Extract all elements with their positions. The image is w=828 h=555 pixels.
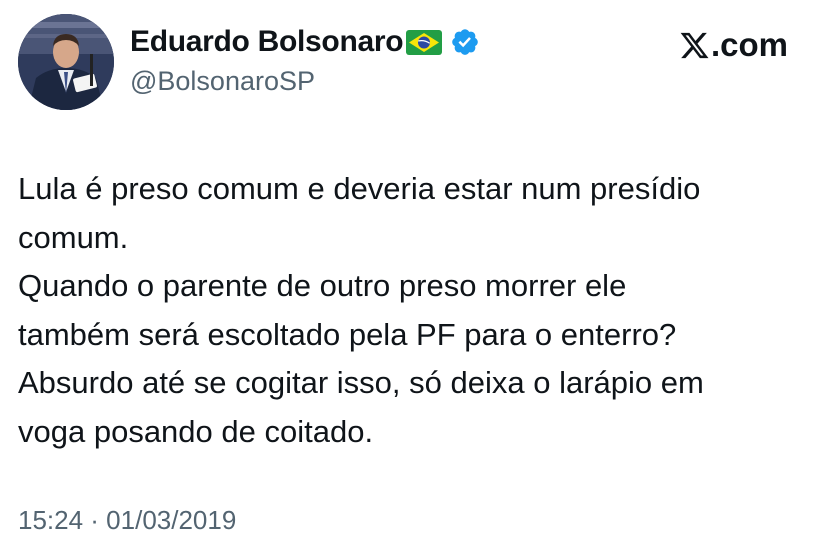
author-handle[interactable]: @BolsonaroSP <box>130 66 315 97</box>
x-logo-icon <box>679 30 710 61</box>
tweet-text: Lula é preso comum e deveria estar num p… <box>18 165 818 456</box>
avatar[interactable] <box>18 14 114 110</box>
tweet-text-line: Quando o parente de outro preso morrer e… <box>18 268 627 303</box>
tweet-text-line: Lula é preso comum e deveria estar num p… <box>18 171 701 206</box>
brazil-flag-icon <box>406 29 443 55</box>
tweet-timestamp[interactable]: 15:24 · 01/03/2019 <box>18 505 236 536</box>
tweet-card: Eduardo Bolsonaro @BolsonaroSP .com Lula <box>0 0 828 555</box>
tweet-text-line: voga posando de coitado. <box>18 413 374 449</box>
x-brand-logo[interactable]: .com <box>679 26 788 64</box>
brand-domain-text: .com <box>710 26 788 63</box>
author-name-row: Eduardo Bolsonaro <box>130 22 480 62</box>
author-display-name[interactable]: Eduardo Bolsonaro <box>130 25 404 59</box>
tweet-text-line: também será escoltado pela PF para o ent… <box>18 316 677 352</box>
tweet-text-line: Absurdo até se cogitar isso, só deixa o … <box>18 365 704 400</box>
avatar-photo <box>18 14 114 110</box>
verified-badge-icon[interactable] <box>450 27 480 57</box>
tweet-text-line: comum. <box>18 219 129 255</box>
